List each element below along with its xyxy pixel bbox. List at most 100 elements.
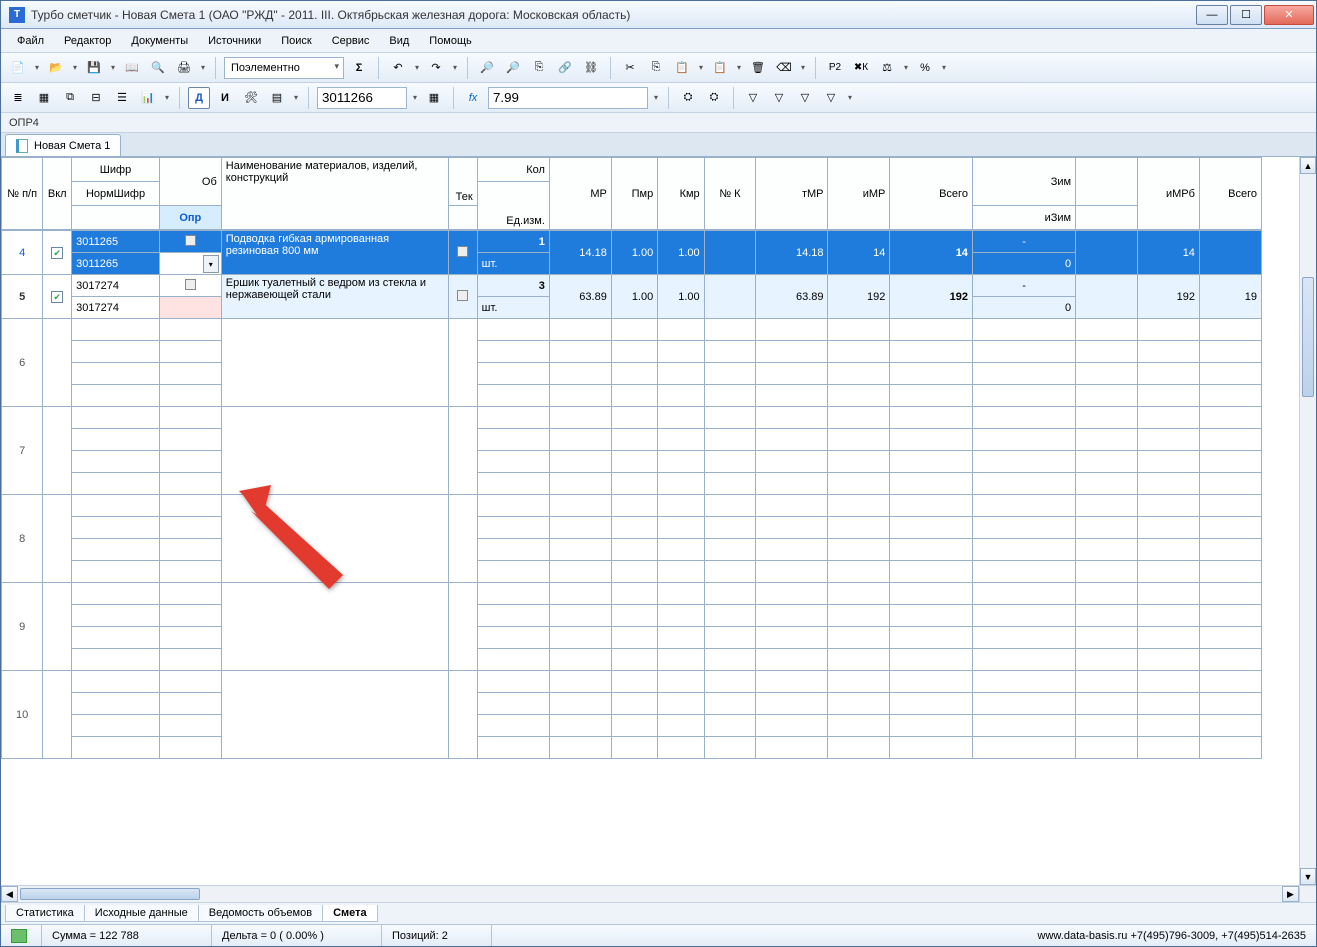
table-row-empty[interactable]: 6 — [2, 319, 1262, 341]
find-next-icon[interactable]: 🔎 — [502, 57, 524, 79]
filter-edit-icon[interactable]: ▽ — [794, 87, 816, 109]
paste-icon[interactable]: 📋 — [671, 57, 693, 79]
row5-ob-checkbox[interactable] — [185, 279, 196, 290]
copy-icon[interactable]: ⎘ — [645, 57, 667, 79]
table-row-empty[interactable]: 10 — [2, 671, 1262, 693]
row5-opr-cell[interactable] — [159, 297, 221, 319]
tool-a-icon[interactable]: ⛭ — [677, 87, 699, 109]
clear-icon[interactable]: ⌫ — [773, 57, 795, 79]
new-doc-dropdown[interactable]: ▾ — [33, 57, 41, 79]
table-row-empty[interactable] — [2, 473, 1262, 495]
percent-dropdown[interactable]: ▾ — [940, 57, 948, 79]
tab-statistics[interactable]: Статистика — [5, 905, 85, 922]
menu-documents[interactable]: Документы — [123, 33, 196, 49]
table-row-empty[interactable] — [2, 451, 1262, 473]
cut-icon[interactable]: ✂ — [619, 57, 641, 79]
list-icon[interactable]: ☰ — [111, 87, 133, 109]
apply-code-icon[interactable]: ▦ — [423, 87, 445, 109]
open-icon[interactable]: 📂 — [45, 57, 67, 79]
percent-icon[interactable]: % — [914, 57, 936, 79]
table-row-selected[interactable]: 4 3011265 Подводка гибкая армированная р… — [2, 231, 1262, 253]
menu-file[interactable]: Файл — [9, 33, 52, 49]
minimize-button[interactable]: — — [1196, 5, 1228, 25]
scroll-left-icon[interactable]: ◀ — [1, 886, 18, 902]
scroll-up-icon[interactable]: ▲ — [1300, 157, 1316, 174]
fx-icon[interactable]: fx — [462, 87, 484, 109]
layers-icon[interactable]: ⧉ — [59, 87, 81, 109]
save-dropdown[interactable]: ▾ — [109, 57, 117, 79]
save-icon[interactable]: 💾 — [83, 57, 105, 79]
row4-include-checkbox[interactable] — [51, 247, 63, 259]
paste-dropdown[interactable]: ▾ — [697, 57, 705, 79]
preview-icon[interactable]: 🔍 — [147, 57, 169, 79]
unlink-icon[interactable]: ⛓ — [580, 57, 602, 79]
chart-icon[interactable]: 📊 — [137, 87, 159, 109]
tab-source-data[interactable]: Исходные данные — [84, 905, 199, 922]
undo-icon[interactable]: ↶ — [387, 57, 409, 79]
book-icon[interactable]: 📖 — [121, 57, 143, 79]
open-dropdown[interactable]: ▾ — [71, 57, 79, 79]
sheet-icon[interactable]: ▤ — [266, 87, 288, 109]
row5-include-checkbox[interactable] — [51, 291, 63, 303]
menu-view[interactable]: Вид — [381, 33, 417, 49]
row-icon[interactable]: ≣ — [7, 87, 29, 109]
print-dropdown[interactable]: ▾ — [199, 57, 207, 79]
scales-dropdown[interactable]: ▾ — [902, 57, 910, 79]
table-row-empty[interactable] — [2, 539, 1262, 561]
sheet-dropdown[interactable]: ▾ — [292, 87, 300, 109]
filter-add-icon[interactable]: ▽ — [768, 87, 790, 109]
clear-dropdown[interactable]: ▾ — [799, 57, 807, 79]
grid[interactable]: № п/п Вкл Шифр Об Наименование материало… — [1, 157, 1299, 885]
table-row-empty[interactable] — [2, 429, 1262, 451]
tab-volumes[interactable]: Ведомость объемов — [198, 905, 323, 922]
table-row-empty[interactable] — [2, 341, 1262, 363]
maximize-button[interactable]: ☐ — [1230, 5, 1262, 25]
code-dropdown[interactable]: ▾ — [411, 87, 419, 109]
find-icon[interactable]: 🔎 — [476, 57, 498, 79]
i-toggle-icon[interactable]: И — [214, 87, 236, 109]
table-row-empty[interactable] — [2, 605, 1262, 627]
row4-tek-checkbox[interactable] — [457, 246, 468, 257]
menu-help[interactable]: Помощь — [421, 33, 480, 49]
clipboard-dropdown[interactable]: ▾ — [735, 57, 743, 79]
table-row-empty[interactable] — [2, 649, 1262, 671]
chart-dropdown[interactable]: ▾ — [163, 87, 171, 109]
scroll-right-icon[interactable]: ▶ — [1282, 886, 1299, 902]
table-row-empty[interactable]: 8 — [2, 495, 1262, 517]
table-row-empty[interactable] — [2, 693, 1262, 715]
close-button[interactable]: ✕ — [1264, 5, 1314, 25]
menu-service[interactable]: Сервис — [324, 33, 378, 49]
mode-dropdown[interactable]: Поэлементно — [224, 57, 344, 79]
scroll-thumb-vertical[interactable] — [1302, 277, 1314, 397]
vertical-scrollbar[interactable]: ▲ ▼ — [1299, 157, 1316, 885]
table-row-empty[interactable]: 7 — [2, 407, 1262, 429]
filter-clear-icon[interactable]: ▽ — [820, 87, 842, 109]
table-row-empty[interactable] — [2, 715, 1262, 737]
tree-icon[interactable]: ⊟ — [85, 87, 107, 109]
table-row-empty[interactable] — [2, 363, 1262, 385]
table-row-empty[interactable]: 9 — [2, 583, 1262, 605]
sigma-icon[interactable]: Σ — [348, 57, 370, 79]
scales-icon[interactable]: ⚖ — [876, 57, 898, 79]
new-doc-icon[interactable]: 📄 — [7, 57, 29, 79]
undo-dropdown[interactable]: ▾ — [413, 57, 421, 79]
wrench-icon[interactable]: 🛠 — [240, 87, 262, 109]
filter-dropdown[interactable]: ▾ — [846, 87, 854, 109]
value-dropdown[interactable]: ▾ — [652, 87, 660, 109]
row5-tek-checkbox[interactable] — [457, 290, 468, 301]
menu-search[interactable]: Поиск — [273, 33, 319, 49]
table-row-empty[interactable] — [2, 561, 1262, 583]
redo-dropdown[interactable]: ▾ — [451, 57, 459, 79]
horizontal-scrollbar[interactable]: ◀ ▶ — [1, 885, 1299, 902]
xk-icon[interactable]: ✖К — [850, 57, 872, 79]
grid-body[interactable]: 4 3011265 Подводка гибкая армированная р… — [1, 230, 1262, 759]
tab-smeta[interactable]: Смета — [322, 905, 378, 922]
delete-icon[interactable]: 🗑 — [747, 57, 769, 79]
menu-sources[interactable]: Источники — [200, 33, 269, 49]
goto-icon[interactable]: ⎘ — [528, 57, 550, 79]
value-input[interactable] — [488, 87, 648, 109]
p2-icon[interactable]: Р2 — [824, 57, 846, 79]
table-row[interactable]: 5 3017274 Ершик туалетный с ведром из ст… — [2, 275, 1262, 297]
clipboard-icon[interactable]: 📋 — [709, 57, 731, 79]
d-toggle-icon[interactable]: Д — [188, 87, 210, 109]
